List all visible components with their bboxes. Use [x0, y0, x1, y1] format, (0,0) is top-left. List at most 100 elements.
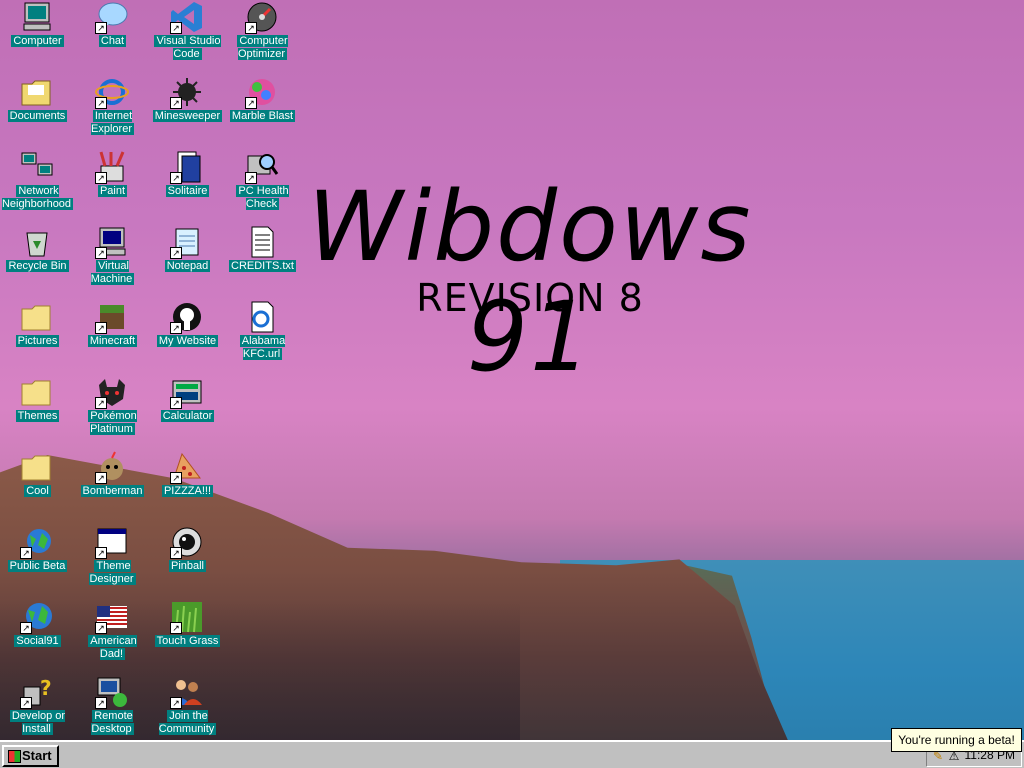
desktop-logo-subtitle: REVISION 8	[416, 276, 644, 320]
shortcut-arrow-icon: ↗	[170, 322, 182, 334]
shortcut-arrow-icon: ↗	[95, 322, 107, 334]
desktop-icon[interactable]: ↗ Visual Studio Code	[150, 0, 225, 66]
desktop-icon-label: Virtual Machine	[90, 260, 135, 285]
desktop-icon-label: PIZZZA!!!	[161, 485, 214, 497]
theme-designer-icon: ↗	[95, 525, 129, 559]
url-file-icon	[245, 300, 279, 334]
desktop-icon[interactable]: ↗ Internet Explorer	[75, 75, 150, 141]
bomberman-icon: ↗	[95, 450, 129, 484]
desktop-icon[interactable]: ↗ Computer Optimizer	[225, 0, 300, 66]
desktop-icon[interactable]: ↗ American Dad!	[75, 600, 150, 666]
pinball-icon: ↗	[170, 525, 204, 559]
desktop-icon[interactable]: ↗ Public Beta	[0, 525, 75, 591]
help-icon: ? ↗	[20, 675, 54, 709]
desktop[interactable]: Wibdows 91 REVISION 8 Computer ↗ Chat ↗ Visu…	[0, 0, 1024, 740]
desktop-icon[interactable]: Documents	[0, 75, 75, 141]
desktop-icon[interactable]: ↗ PIZZZA!!!	[150, 450, 225, 516]
desktop-icon-label: American Dad!	[88, 635, 137, 660]
desktop-icon[interactable]: ↗ Pokémon Platinum	[75, 375, 150, 441]
desktop-icon[interactable]: ↗ Chat	[75, 0, 150, 66]
start-button[interactable]: Start	[2, 745, 59, 767]
desktop-icon[interactable]: ↗ Remote Desktop	[75, 675, 150, 740]
desktop-icon[interactable]: Cool	[0, 450, 75, 516]
desktop-icon-label: Recycle Bin	[6, 260, 69, 272]
taskbar: Start ✎ ⚠ 11:28 PM	[0, 740, 1024, 768]
desktop-icon[interactable]: Alabama KFC.url	[225, 300, 300, 366]
desktop-icon-label: Public Beta	[7, 560, 68, 572]
desktop-icon[interactable]: Pictures	[0, 300, 75, 366]
desktop-icon[interactable]: ↗ Join the Community	[150, 675, 225, 740]
desktop-icon[interactable]: CREDITS.txt	[225, 225, 300, 291]
desktop-icon[interactable]: ↗ Calculator	[150, 375, 225, 441]
desktop-icon[interactable]: ↗ Bomberman	[75, 450, 150, 516]
desktop-icon-label: Pictures	[15, 335, 60, 347]
desktop-icon[interactable]: ↗ Touch Grass	[150, 600, 225, 666]
github-icon: ↗	[170, 300, 204, 334]
documents-folder-icon	[20, 75, 54, 109]
desktop-icon-label: Marble Blast	[229, 110, 296, 122]
internet-explorer-icon: ↗	[95, 75, 129, 109]
shortcut-arrow-icon: ↗	[170, 697, 182, 709]
shortcut-arrow-icon: ↗	[20, 547, 32, 559]
desktop-icon-label: Pinball	[168, 560, 207, 572]
desktop-icon[interactable]: ↗ Pinball	[150, 525, 225, 591]
text-file-icon	[245, 225, 279, 259]
paint-icon: ↗	[95, 150, 129, 184]
desktop-icon[interactable]: ↗ Theme Designer	[75, 525, 150, 591]
desktop-icon[interactable]: ↗ Marble Blast	[225, 75, 300, 141]
remote-desktop-icon: ↗	[95, 675, 129, 709]
community-icon: ↗	[170, 675, 204, 709]
shortcut-arrow-icon: ↗	[170, 622, 182, 634]
pizza-icon: ↗	[170, 450, 204, 484]
beta-tooltip: You're running a beta!	[891, 728, 1022, 752]
desktop-icon-label: Network Neighborhood	[1, 185, 74, 210]
desktop-icon-label: Solitaire	[165, 185, 210, 197]
desktop-icon-label: Themes	[15, 410, 60, 422]
computer-icon	[20, 0, 54, 34]
svg-text:?: ?	[40, 676, 52, 700]
desktop-icon-label: Join the Community	[158, 710, 217, 735]
desktop-icon-label: Remote Desktop	[91, 710, 134, 735]
calculator-icon: ↗	[170, 375, 204, 409]
desktop-icon-label: Computer	[11, 35, 64, 47]
desktop-icon[interactable]: ↗ Virtual Machine	[75, 225, 150, 291]
shortcut-arrow-icon: ↗	[170, 247, 182, 259]
shortcut-arrow-icon: ↗	[95, 472, 107, 484]
desktop-icon[interactable]: ↗ Notepad	[150, 225, 225, 291]
shortcut-arrow-icon: ↗	[95, 97, 107, 109]
desktop-icon[interactable]: ↗ My Website	[150, 300, 225, 366]
chat-icon: ↗	[95, 0, 129, 34]
vscode-icon: ↗	[170, 0, 204, 34]
desktop-icon[interactable]: ↗ Solitaire	[150, 150, 225, 216]
pc-health-icon: ↗	[245, 150, 279, 184]
desktop-icon[interactable]: ↗ Minesweeper	[150, 75, 225, 141]
desktop-icon[interactable]: Network Neighborhood	[0, 150, 75, 216]
desktop-icon-label: Cool	[24, 485, 51, 497]
desktop-icon-label: Theme Designer	[89, 560, 136, 585]
network-icon	[20, 150, 54, 184]
minecraft-icon: ↗	[95, 300, 129, 334]
desktop-icon-label: Visual Studio Code	[154, 35, 221, 60]
shortcut-arrow-icon: ↗	[245, 22, 257, 34]
shortcut-arrow-icon: ↗	[20, 697, 32, 709]
start-label: Start	[22, 748, 52, 763]
public-beta-icon: ↗	[20, 525, 54, 559]
desktop-icon-label: CREDITS.txt	[229, 260, 296, 272]
pokemon-icon: ↗	[95, 375, 129, 409]
desktop-icon[interactable]: ↗ Minecraft	[75, 300, 150, 366]
folder-icon	[20, 300, 54, 334]
marble-blast-icon: ↗	[245, 75, 279, 109]
desktop-icon[interactable]: ↗ PC Health Check	[225, 150, 300, 216]
windows-logo-icon	[8, 750, 21, 763]
desktop-icon[interactable]: ? ↗ Develop or Install	[0, 675, 75, 740]
desktop-icon[interactable]: Recycle Bin	[0, 225, 75, 291]
recycle-bin-icon	[20, 225, 54, 259]
desktop-icon[interactable]: ↗ Paint	[75, 150, 150, 216]
desktop-icon[interactable]: ↗ Social91	[0, 600, 75, 666]
shortcut-arrow-icon: ↗	[170, 97, 182, 109]
desktop-icon[interactable]: Themes	[0, 375, 75, 441]
shortcut-arrow-icon: ↗	[95, 397, 107, 409]
desktop-icon[interactable]: Computer	[0, 0, 75, 66]
desktop-icon-label: My Website	[156, 335, 219, 347]
shortcut-arrow-icon: ↗	[170, 172, 182, 184]
